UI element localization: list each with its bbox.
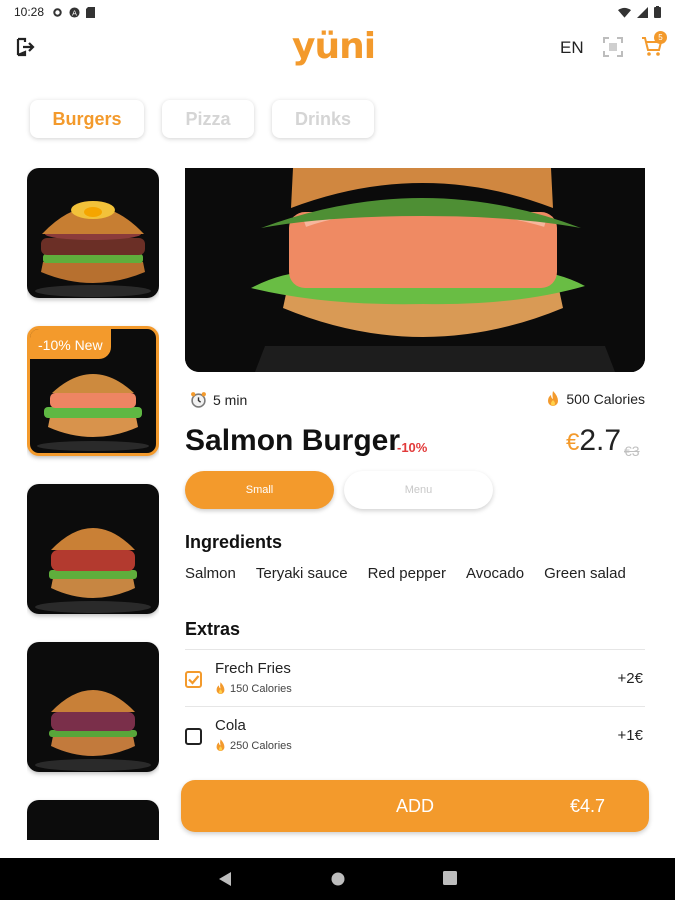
price-value: 2.7 <box>579 424 622 457</box>
extra-calories: 150 Calories <box>230 682 292 695</box>
burger-image <box>35 690 151 771</box>
brand-logo: yüni <box>292 26 376 67</box>
add-button-total: €4.7 <box>569 796 605 816</box>
product-meta: 5 min 500 Calories <box>190 391 645 411</box>
divider <box>185 706 645 707</box>
category-tabs: Burgers Pizza Drinks <box>30 100 374 138</box>
product-thumbnail[interactable] <box>27 642 159 772</box>
ingredient-item: Green salad <box>544 565 626 582</box>
ingredients-list: Salmon Teryaki sauce Red pepper Avocado … <box>185 563 645 584</box>
extra-name: Frech Fries <box>215 660 291 677</box>
sd-card-status-icon <box>86 6 96 18</box>
calories-label: 500 Calories <box>566 391 645 407</box>
tab-drinks[interactable]: Drinks <box>272 100 374 138</box>
logout-icon[interactable] <box>14 36 36 58</box>
salmon-burger-photo <box>185 168 645 372</box>
product-hero-image <box>185 168 645 372</box>
extra-price: +1€ <box>617 727 643 744</box>
battery-icon <box>654 6 661 18</box>
promo-tag: -10% New <box>30 329 111 359</box>
prep-time: 5 min <box>213 391 248 408</box>
product-thumbnail-selected[interactable]: -10% New <box>27 326 159 456</box>
checkbox-checked-icon[interactable] <box>185 671 202 688</box>
extra-item[interactable]: Frech Fries 150 Calories +2€ <box>185 655 645 705</box>
status-bar: 10:28 A <box>0 0 675 24</box>
settings-status-icon <box>53 7 62 17</box>
extra-item[interactable]: Cola 250 Calories +1€ <box>185 712 645 762</box>
old-price: €3 <box>624 443 640 459</box>
size-option-small[interactable]: Small <box>185 471 334 509</box>
price: €2.7 <box>566 424 621 458</box>
ingredient-item: Avocado <box>465 565 525 582</box>
size-option-menu[interactable]: Menu <box>344 471 493 509</box>
add-to-cart-button[interactable]: ADD €4.7 <box>181 780 649 832</box>
product-thumbnail-list[interactable]: -10% New <box>27 168 159 840</box>
ingredient-item: Salmon <box>185 565 236 582</box>
burger-image <box>35 201 151 297</box>
ingredient-item: Teryaki sauce <box>255 565 348 582</box>
status-time: 10:28 <box>14 5 45 19</box>
wifi-icon <box>618 7 631 18</box>
currency-symbol: € <box>566 429 580 456</box>
system-navigation-bar <box>0 858 675 900</box>
language-selector[interactable]: EN <box>560 38 584 58</box>
extra-price: +2€ <box>617 670 643 687</box>
home-icon[interactable] <box>330 871 346 887</box>
back-icon[interactable] <box>218 871 232 887</box>
signal-icon <box>637 6 648 18</box>
add-button-label: ADD <box>396 796 435 816</box>
discount-label: -10% <box>397 440 428 455</box>
recents-icon[interactable] <box>443 871 457 885</box>
product-thumbnail[interactable] <box>27 168 159 298</box>
extra-name: Cola <box>215 717 246 734</box>
fire-icon <box>216 682 225 694</box>
ingredients-heading: Ingredients <box>185 532 283 552</box>
extras-heading: Extras <box>185 619 241 639</box>
fire-icon <box>548 391 559 406</box>
product-name: Salmon Burger <box>185 424 401 457</box>
product-thumbnail[interactable] <box>27 800 159 840</box>
checkbox-unchecked-icon[interactable] <box>185 728 202 745</box>
cart-count-badge: 5 <box>654 31 667 44</box>
qr-scan-icon[interactable] <box>602 36 624 58</box>
fire-icon <box>216 739 225 751</box>
tab-pizza[interactable]: Pizza <box>162 100 254 138</box>
svg-text:A: A <box>72 8 77 17</box>
tab-burgers[interactable]: Burgers <box>30 100 144 138</box>
ingredient-item: Red pepper <box>367 565 446 582</box>
divider <box>185 649 645 650</box>
assistant-status-icon: A <box>69 6 80 18</box>
product-thumbnail[interactable] <box>27 484 159 614</box>
burger-image <box>35 528 151 613</box>
extra-calories: 250 Calories <box>230 739 292 752</box>
app-bar: yüni EN 5 <box>0 24 675 70</box>
alarm-clock-icon <box>191 392 206 408</box>
